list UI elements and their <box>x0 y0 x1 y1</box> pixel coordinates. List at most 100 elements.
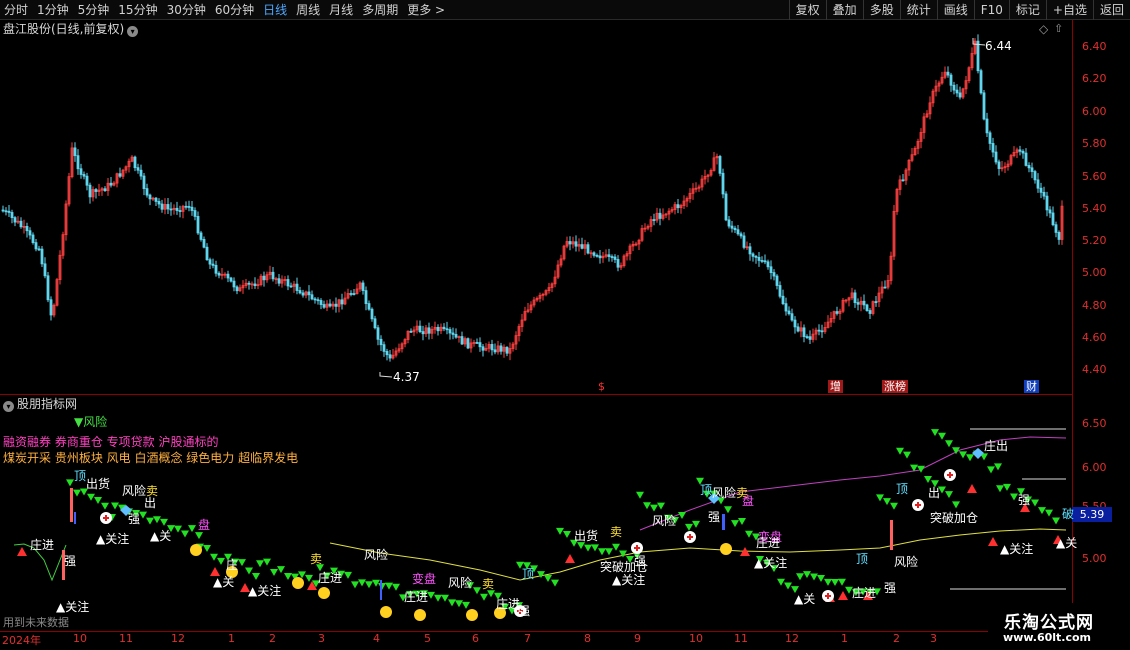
candle-body <box>976 40 980 72</box>
candle-body <box>37 248 41 251</box>
event-tag[interactable]: 财 <box>1024 380 1039 393</box>
candle-body <box>142 175 146 189</box>
candle-body <box>235 286 239 292</box>
green-down-triangle <box>938 432 946 440</box>
candle-body <box>154 197 158 202</box>
date-label: 2024年 <box>2 634 41 647</box>
green-down-triangle <box>544 574 552 582</box>
candle-body <box>763 260 767 263</box>
candle-body <box>118 173 122 177</box>
candle-body <box>34 242 38 250</box>
date-label: 7 <box>524 632 531 645</box>
candle-body <box>184 205 188 208</box>
date-label: 4 <box>373 632 380 645</box>
candle-body <box>418 325 422 333</box>
green-down-triangle <box>256 560 264 568</box>
candle-body <box>493 349 497 353</box>
price-tick: 5.00 <box>1082 266 1107 279</box>
green-down-triangle <box>692 520 700 528</box>
price-tick: 4.80 <box>1082 299 1107 312</box>
green-down-triangle <box>217 557 225 565</box>
date-label: 3 <box>318 632 325 645</box>
candle-body <box>982 92 986 120</box>
annotation: 庄 <box>226 558 239 572</box>
green-down-triangle <box>803 571 811 579</box>
date-label: 2 <box>269 632 276 645</box>
candle-body <box>352 293 356 295</box>
green-down-triangle <box>724 506 732 514</box>
event-tag[interactable]: 增 <box>828 380 843 393</box>
event-tag[interactable]: 涨榜 <box>882 380 908 393</box>
candle-body <box>409 330 413 333</box>
annotation: 风险 <box>364 548 389 562</box>
date-label: 11 <box>734 632 748 645</box>
green-down-triangle <box>643 502 651 510</box>
candle-body <box>952 84 956 91</box>
green-down-triangle <box>441 594 449 602</box>
price-tick: 4.60 <box>1082 331 1107 344</box>
green-down-triangle <box>195 532 203 540</box>
candle-body <box>364 290 368 304</box>
green-down-triangle <box>996 485 1004 493</box>
candle-body <box>883 286 887 289</box>
candle-body <box>361 282 365 292</box>
candle-body <box>385 350 389 356</box>
annotation: 庄进 <box>404 590 429 604</box>
candle-body <box>505 346 509 354</box>
candle-body <box>1054 224 1058 233</box>
price-tick: 5.80 <box>1082 137 1107 150</box>
candle-body <box>955 89 959 94</box>
green-down-triangle <box>917 465 925 473</box>
candle-body <box>568 241 572 245</box>
green-down-triangle <box>448 599 456 607</box>
candle-body <box>82 174 86 177</box>
annotation: 卖 <box>482 577 495 591</box>
candle-body <box>13 217 17 223</box>
candle-body <box>1039 187 1043 193</box>
candle-body <box>784 303 788 312</box>
annotation: 卖 <box>610 525 623 539</box>
candle-body <box>178 210 182 212</box>
candle-body <box>742 235 746 248</box>
green-down-triangle <box>277 566 285 574</box>
candle-body <box>169 208 173 211</box>
date-label: 10 <box>689 632 703 645</box>
candle-body <box>988 132 992 144</box>
red-up-triangle <box>838 591 848 600</box>
candle-body <box>790 313 794 321</box>
candle-body <box>595 254 599 257</box>
green-down-triangle <box>245 567 253 575</box>
green-down-triangle <box>73 489 81 497</box>
candle-body <box>307 291 311 296</box>
green-down-triangle <box>784 582 792 590</box>
green-down-triangle <box>392 583 400 591</box>
candle-body <box>730 225 734 229</box>
candle-body <box>613 256 617 260</box>
candle-body <box>253 283 257 286</box>
candle-body <box>1021 150 1025 154</box>
future-data-note: 用到未来数据 <box>3 616 69 629</box>
green-down-triangle <box>252 573 260 581</box>
green-down-triangle <box>890 502 898 510</box>
diamond-icon <box>972 448 984 459</box>
back-button[interactable]: 返回 <box>1092 0 1130 20</box>
candle-body <box>733 227 737 231</box>
green-down-triangle <box>777 578 785 586</box>
annotation: 出 <box>144 496 157 510</box>
green-down-triangle <box>358 579 366 587</box>
candle-body <box>109 182 113 186</box>
high-price-label: 6.44 <box>985 39 1012 53</box>
event-tag[interactable]: $ <box>596 380 607 393</box>
candle-body <box>232 280 236 288</box>
candle-body <box>499 345 503 352</box>
green-down-triangle <box>945 491 953 499</box>
candle-body <box>43 263 47 277</box>
green-down-triangle <box>966 454 974 462</box>
date-label: 3 <box>930 632 937 645</box>
signal-bar <box>380 580 382 600</box>
candle-body <box>757 256 761 261</box>
annotation: 破 <box>1062 507 1075 521</box>
smiley-icon <box>720 543 732 555</box>
date-label: 2 <box>893 632 900 645</box>
annotation: 顶 <box>74 469 87 483</box>
